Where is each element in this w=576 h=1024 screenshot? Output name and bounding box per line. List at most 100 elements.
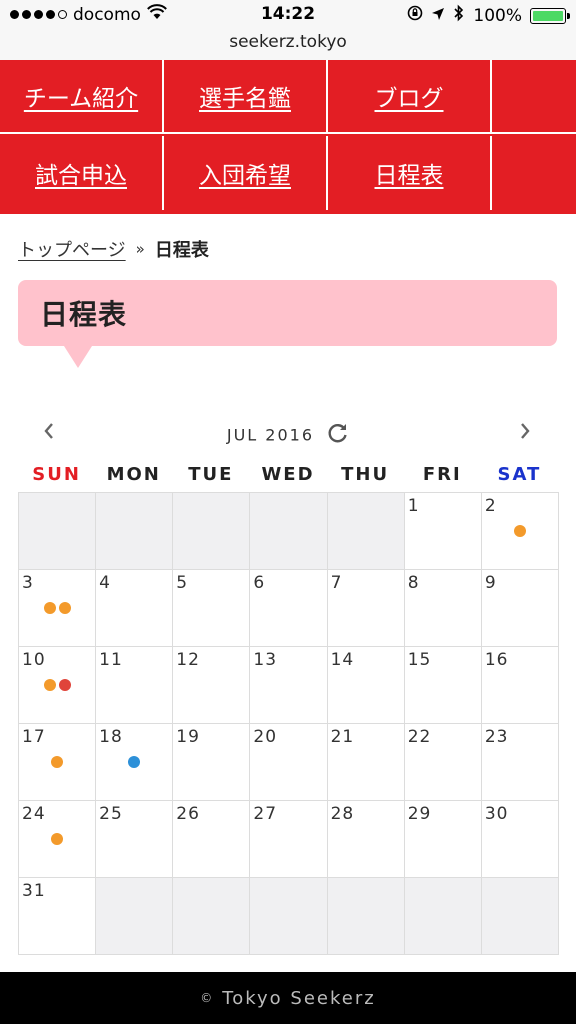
day-number: 15	[407, 650, 432, 670]
calendar-day-cell[interactable]: 9	[481, 570, 559, 647]
day-number: 24	[22, 804, 46, 824]
breadcrumb: トップページ » 日程表	[18, 236, 209, 262]
calendar-day-cell[interactable]: 13	[250, 647, 328, 724]
day-number: 21	[330, 727, 355, 747]
calendar-day-cell[interactable]: 30	[481, 801, 559, 878]
calendar-day-cell[interactable]: 19	[173, 724, 251, 801]
calendar-day-cell[interactable]: 24	[19, 801, 97, 878]
day-number: 23	[484, 727, 509, 747]
calendar-header: JUL 2016	[18, 416, 558, 450]
calendar-day-cell[interactable]: 31	[19, 878, 97, 955]
calendar-day-cell[interactable]: 5	[173, 570, 251, 647]
weekday-label: SAT	[497, 464, 542, 485]
breadcrumb-separator: »	[135, 240, 145, 258]
calendar-day-cell[interactable]: 16	[481, 647, 559, 724]
event-dot[interactable]	[58, 602, 71, 614]
page-title-box: 日程表	[18, 280, 557, 346]
event-dot[interactable]	[128, 756, 141, 768]
event-dot[interactable]	[58, 679, 71, 691]
event-markers	[19, 602, 95, 614]
main-nav: チーム紹介 選手名鑑 ブログ 試合申込 入団希望 日程表	[0, 60, 576, 214]
weekday-label: TUE	[188, 464, 234, 485]
calendar-day-cell[interactable]: 18	[96, 724, 174, 801]
day-number: 20	[253, 727, 278, 747]
url-bar[interactable]: seekerz.tokyo	[0, 32, 576, 52]
calendar-empty-cell	[250, 493, 328, 570]
event-dot[interactable]	[51, 756, 64, 768]
nav-item-players[interactable]: 選手名鑑	[164, 60, 328, 134]
event-markers	[19, 833, 95, 845]
day-number: 19	[176, 727, 200, 747]
calendar-day-cell[interactable]: 7	[327, 570, 405, 647]
day-number: 26	[176, 804, 200, 824]
next-month-button[interactable]	[518, 418, 532, 448]
day-number: 22	[407, 727, 432, 747]
event-dot[interactable]	[513, 525, 526, 537]
day-number: 2	[484, 496, 497, 516]
calendar-day-cell[interactable]: 6	[250, 570, 328, 647]
footer: © Tokyo Seekerz	[0, 972, 576, 1024]
refresh-icon[interactable]	[327, 422, 349, 450]
nav-item-team[interactable]: チーム紹介	[0, 60, 164, 134]
calendar-empty-cell	[96, 493, 174, 570]
event-markers	[96, 756, 172, 768]
calendar-day-cell[interactable]: 3	[19, 570, 97, 647]
day-number: 27	[253, 804, 278, 824]
day-number: 14	[330, 650, 355, 670]
location-icon	[431, 6, 445, 26]
calendar-empty-cell	[327, 493, 405, 570]
day-number: 11	[99, 650, 123, 670]
calendar-empty-cell	[19, 493, 97, 570]
event-markers	[19, 679, 95, 691]
event-dot[interactable]	[51, 833, 64, 845]
calendar-day-cell[interactable]: 28	[327, 801, 405, 878]
breadcrumb-home-link[interactable]: トップページ	[18, 236, 126, 262]
calendar-day-cell[interactable]: 1	[404, 493, 482, 570]
day-number: 12	[176, 650, 200, 670]
nav-item-blog[interactable]: ブログ	[328, 60, 492, 134]
weekday-label: FRI	[422, 464, 462, 485]
copyright-symbol: ©	[200, 991, 215, 1005]
nav-item-join[interactable]: 入団希望	[164, 136, 328, 210]
page-title: 日程表	[40, 298, 128, 331]
calendar-day-cell[interactable]: 2	[481, 493, 559, 570]
calendar-day-cell[interactable]: 29	[404, 801, 482, 878]
day-number: 10	[22, 650, 46, 670]
weekday-label: SUN	[32, 464, 81, 485]
title-pointer	[64, 346, 92, 368]
calendar-day-cell[interactable]: 21	[327, 724, 405, 801]
calendar-day-cell[interactable]: 20	[250, 724, 328, 801]
day-number: 28	[330, 804, 355, 824]
calendar-day-cell[interactable]: 14	[327, 647, 405, 724]
calendar-day-cell[interactable]: 15	[404, 647, 482, 724]
battery-percent: 100%	[473, 5, 522, 26]
day-number: 1	[407, 496, 420, 516]
calendar-day-cell[interactable]: 12	[173, 647, 251, 724]
nav-empty-cell	[492, 136, 576, 210]
calendar-empty-cell	[250, 878, 328, 955]
calendar-empty-cell	[327, 878, 405, 955]
calendar-day-cell[interactable]: 8	[404, 570, 482, 647]
event-dot[interactable]	[43, 679, 56, 691]
calendar-day-cell[interactable]: 25	[96, 801, 174, 878]
nav-item-match-request[interactable]: 試合申込	[0, 136, 164, 210]
footer-text: Tokyo Seekerz	[222, 987, 376, 1009]
event-dot[interactable]	[43, 602, 56, 614]
day-number: 13	[253, 650, 278, 670]
calendar-day-cell[interactable]: 23	[481, 724, 559, 801]
day-number: 3	[22, 573, 34, 593]
calendar-day-cell[interactable]: 26	[173, 801, 251, 878]
status-bar: docomo 14:22 100% seekerz.tokyo	[0, 0, 576, 61]
calendar-day-cell[interactable]: 10	[19, 647, 97, 724]
day-number: 8	[407, 573, 420, 593]
day-number: 29	[407, 804, 432, 824]
calendar-day-cell[interactable]: 22	[404, 724, 482, 801]
calendar-day-cell[interactable]: 11	[96, 647, 174, 724]
bluetooth-icon	[453, 4, 465, 27]
nav-empty-cell	[492, 60, 576, 134]
nav-item-schedule[interactable]: 日程表	[328, 136, 492, 210]
rotation-lock-icon	[407, 5, 423, 26]
calendar-day-cell[interactable]: 17	[19, 724, 97, 801]
calendar-day-cell[interactable]: 4	[96, 570, 174, 647]
calendar-day-cell[interactable]: 27	[250, 801, 328, 878]
